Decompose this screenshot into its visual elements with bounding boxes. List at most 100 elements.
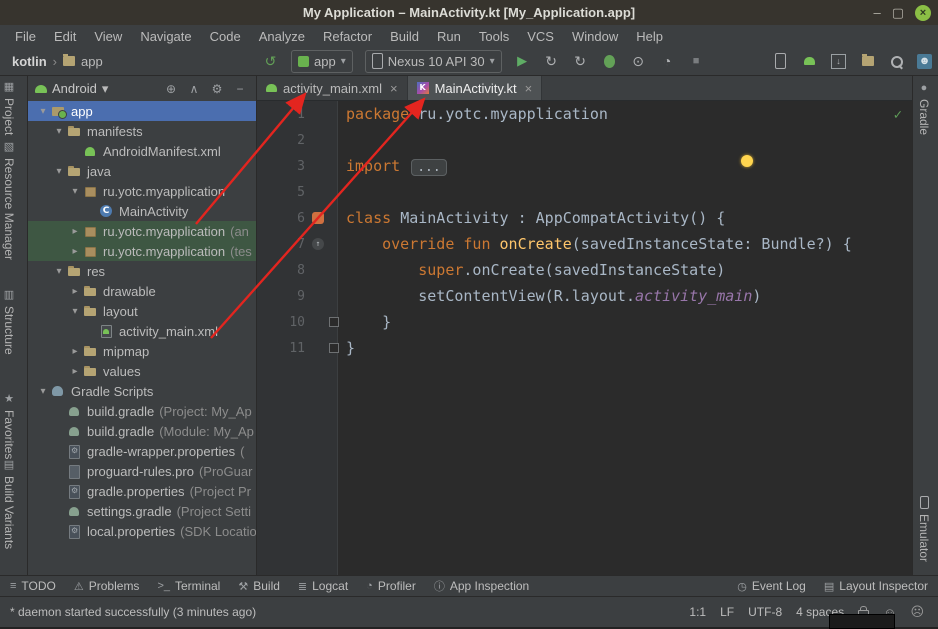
editor-tab-activity-main-xml[interactable]: activity_main.xml × <box>257 76 408 100</box>
tool-button-terminal[interactable]: >_Terminal <box>157 579 220 593</box>
tree-item-res[interactable]: ▾ res <box>28 261 256 281</box>
android-component-icon[interactable] <box>312 212 324 224</box>
sdk-manager-icon[interactable]: ↓ <box>830 53 847 70</box>
tool-button-logcat[interactable]: ≣Logcat <box>298 579 348 593</box>
menu-build[interactable]: Build <box>381 29 428 44</box>
menu-run[interactable]: Run <box>428 29 470 44</box>
tool-button-structure[interactable]: ▥ Structure <box>2 288 16 355</box>
code-line[interactable]: 11 } <box>257 335 912 361</box>
encoding-indicator[interactable]: UTF-8 <box>748 605 782 619</box>
tree-item-proguard-rules[interactable]: proguard-rules.pro (ProGuar <box>28 461 256 481</box>
tree-item-build-gradle-module[interactable]: build.gradle (Module: My_Ap <box>28 421 256 441</box>
menu-code[interactable]: Code <box>201 29 250 44</box>
attach-debugger-icon[interactable]: ⊙ <box>630 53 647 70</box>
stop-button[interactable]: ■ <box>688 53 705 70</box>
menu-file[interactable]: File <box>6 29 45 44</box>
menu-vcs[interactable]: VCS <box>518 29 563 44</box>
code-line[interactable]: 8 super.onCreate(savedInstanceState) <box>257 257 912 283</box>
code-line[interactable]: 3 import ... <box>257 153 912 179</box>
code-line[interactable]: 1 package ru.yotc.myapplication <box>257 101 912 127</box>
user-avatar[interactable]: ☻ <box>917 54 932 69</box>
breadcrumb-module[interactable]: kotlin <box>12 54 47 69</box>
menu-navigate[interactable]: Navigate <box>131 29 200 44</box>
chevron-icon[interactable]: ▸ <box>68 246 82 257</box>
code-line[interactable]: 10 } <box>257 309 912 335</box>
tree-item-package-test[interactable]: ▸ ru.yotc.myapplication (tes <box>28 241 256 261</box>
code-line[interactable]: 9 setContentView(R.layout.activity_main) <box>257 283 912 309</box>
close-tab-icon[interactable]: × <box>390 81 398 96</box>
inspections-status-icon[interactable]: ✓ <box>894 107 902 123</box>
tool-button-emulator[interactable]: Emulator <box>917 496 931 562</box>
tool-button-gradle[interactable]: ● Gradle <box>917 82 931 135</box>
apply-changes-icon[interactable]: ↻ <box>543 53 560 70</box>
tree-item-activity-main-xml[interactable]: activity_main.xml <box>28 321 256 341</box>
tool-button-resource-manager[interactable]: ▧ Resource Manager <box>2 140 16 260</box>
chevron-icon[interactable]: ▾ <box>68 306 82 317</box>
code-line[interactable]: 5 <box>257 179 912 205</box>
tool-button-problems[interactable]: ⚠Problems <box>74 579 140 593</box>
chevron-down-icon[interactable]: ▾ <box>102 81 109 97</box>
tool-button-profiler[interactable]: ◔Profiler <box>366 579 416 593</box>
avd-manager-icon[interactable] <box>801 53 818 70</box>
menu-tools[interactable]: Tools <box>470 29 518 44</box>
chevron-icon[interactable]: ▸ <box>68 366 82 377</box>
tree-item-mipmap[interactable]: ▸ mipmap <box>28 341 256 361</box>
locate-file-icon[interactable]: ⊕ <box>162 82 180 96</box>
run-button[interactable]: ▶ <box>514 53 531 70</box>
tree-item-layout[interactable]: ▾ layout <box>28 301 256 321</box>
menu-edit[interactable]: Edit <box>45 29 85 44</box>
sync-project-icon[interactable]: ↺ <box>262 53 279 70</box>
tree-item-java[interactable]: ▾ java <box>28 161 256 181</box>
fold-marker[interactable] <box>329 317 339 327</box>
chevron-icon[interactable]: ▾ <box>52 126 66 137</box>
project-view-selector[interactable]: Android <box>52 81 97 96</box>
close-button[interactable]: × <box>915 5 931 21</box>
intention-bulb-icon[interactable] <box>741 155 753 167</box>
device-file-explorer-icon[interactable] <box>859 53 876 70</box>
feedback-frown-icon[interactable]: ☹ <box>910 604 924 620</box>
close-tab-icon[interactable]: × <box>525 81 533 96</box>
line-ending-indicator[interactable]: LF <box>720 605 734 619</box>
tool-button-project[interactable]: ▦ Project <box>2 80 16 135</box>
code-line[interactable]: 6 class MainActivity : AppCompatActivity… <box>257 205 912 231</box>
menu-window[interactable]: Window <box>563 29 627 44</box>
overrides-method-icon[interactable]: ↑ <box>312 238 324 250</box>
chevron-icon[interactable]: ▾ <box>36 106 50 117</box>
chevron-icon[interactable]: ▾ <box>52 166 66 177</box>
tool-button-event-log[interactable]: ◷Event Log <box>737 579 806 593</box>
device-manager-icon[interactable] <box>772 53 789 70</box>
tree-item-manifests[interactable]: ▾ manifests <box>28 121 256 141</box>
code-editor[interactable]: 1 package ru.yotc.myapplication 2 3 impo… <box>257 101 912 575</box>
tool-button-build[interactable]: ⚒Build <box>238 579 280 593</box>
maximize-button[interactable]: ▢ <box>892 6 904 20</box>
tree-item-androidmanifest[interactable]: AndroidManifest.xml <box>28 141 256 161</box>
chevron-icon[interactable]: ▾ <box>68 186 82 197</box>
menu-analyze[interactable]: Analyze <box>250 29 314 44</box>
menu-view[interactable]: View <box>85 29 131 44</box>
tree-item-gradle-scripts[interactable]: ▾ Gradle Scripts <box>28 381 256 401</box>
settings-gear-icon[interactable]: ⚙ <box>208 82 226 96</box>
tree-item-gradle-properties[interactable]: gradle.properties (Project Pr <box>28 481 256 501</box>
tree-item-gradle-wrapper-properties[interactable]: gradle-wrapper.properties ( <box>28 441 256 461</box>
tree-item-package-androidtest[interactable]: ▸ ru.yotc.myapplication (an <box>28 221 256 241</box>
tree-item-drawable[interactable]: ▸ drawable <box>28 281 256 301</box>
editor-tab-mainactivity-kt[interactable]: K MainActivity.kt × <box>408 76 543 100</box>
tool-button-app-inspection[interactable]: ⓘApp Inspection <box>434 578 529 594</box>
tree-item-build-gradle-project[interactable]: build.gradle (Project: My_Ap <box>28 401 256 421</box>
folded-imports[interactable]: ... <box>411 159 446 176</box>
chevron-icon[interactable]: ▸ <box>68 346 82 357</box>
tool-button-build-variants[interactable]: ▤ Build Variants <box>2 458 16 549</box>
debug-button[interactable] <box>601 53 618 70</box>
caret-position[interactable]: 1:1 <box>689 605 706 619</box>
chevron-icon[interactable]: ▾ <box>36 386 50 397</box>
minimize-button[interactable]: – <box>873 6 880 20</box>
run-configuration-select[interactable]: app ▾ <box>291 50 353 73</box>
tool-button-layout-inspector[interactable]: ▤Layout Inspector <box>824 579 928 593</box>
breadcrumb-target[interactable]: app <box>81 54 103 69</box>
menu-refactor[interactable]: Refactor <box>314 29 381 44</box>
tree-item-values[interactable]: ▸ values <box>28 361 256 381</box>
tree-item-local-properties[interactable]: local.properties (SDK Locatio <box>28 521 256 541</box>
tree-item-app[interactable]: ▾ app <box>28 101 256 121</box>
search-everywhere-button[interactable] <box>888 53 905 70</box>
menu-help[interactable]: Help <box>627 29 672 44</box>
